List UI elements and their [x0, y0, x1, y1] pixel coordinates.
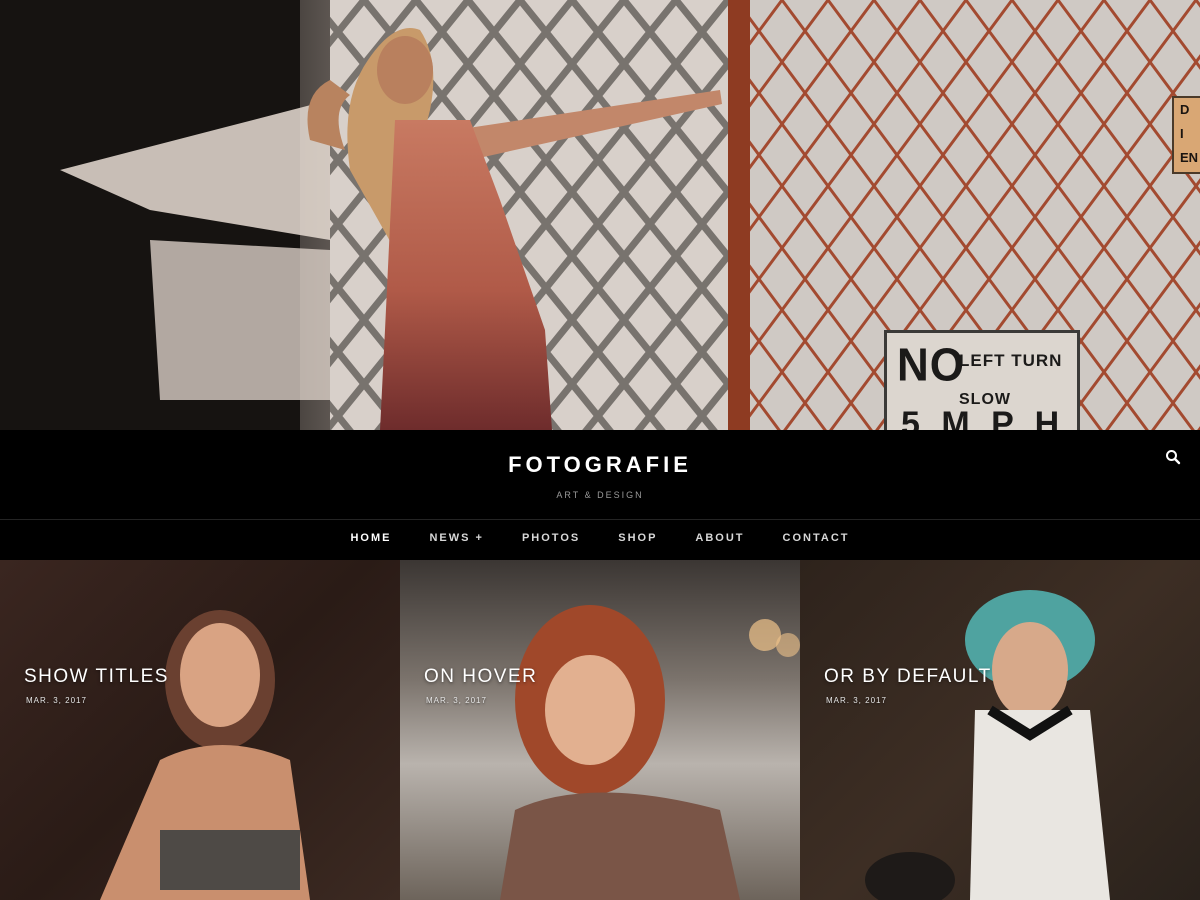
side-sign-line-2: I [1180, 126, 1184, 141]
search-icon[interactable] [1164, 448, 1182, 466]
side-sign-line-1: D [1180, 102, 1190, 117]
nav-item-contact[interactable]: CONTACT [783, 532, 850, 544]
post-title[interactable]: OR BY DEFAULT [824, 666, 992, 688]
sign-mph-text: 5 M P H [901, 405, 1066, 430]
post-title[interactable]: SHOW TITLES [24, 666, 169, 688]
post-date: MAR. 3, 2017 [26, 696, 87, 705]
sign-left-turn-text: LEFT TURN [959, 351, 1063, 370]
nav-item-photos[interactable]: PHOTOS [522, 532, 580, 544]
sign-no-text: NO [897, 339, 965, 392]
nav-item-about[interactable]: ABOUT [695, 532, 744, 544]
traffic-sign: NO LEFT TURN SLOW 5 M P H [884, 330, 1080, 430]
side-sign: D I EN [1172, 96, 1200, 174]
nav-item-news[interactable]: NEWS + [429, 532, 483, 544]
nav-item-home[interactable]: HOME [350, 532, 391, 544]
post-tile-1[interactable]: SHOW TITLES MAR. 3, 2017 [0, 560, 400, 900]
post-date: MAR. 3, 2017 [826, 696, 887, 705]
post-photo-3 [865, 590, 1110, 900]
nav-item-shop[interactable]: SHOP [618, 532, 657, 544]
header-divider [0, 519, 1200, 520]
post-photo-1 [100, 610, 310, 900]
post-tile-2[interactable]: ON HOVER MAR. 3, 2017 [400, 560, 800, 900]
site-tagline: ART & DESIGN [556, 490, 644, 500]
hero-image: NO LEFT TURN SLOW 5 M P H D I EN [0, 0, 1200, 430]
main-nav: HOME NEWS + PHOTOS SHOP ABOUT CONTACT [0, 532, 1200, 544]
post-photo-2 [500, 605, 800, 900]
site-title[interactable]: FOTOGRAFIE [0, 452, 1200, 478]
post-date: MAR. 3, 2017 [426, 696, 487, 705]
site-header: FOTOGRAFIE ART & DESIGN HOME NEWS + PHOT… [0, 430, 1200, 560]
post-title[interactable]: ON HOVER [424, 666, 537, 688]
post-tile-3[interactable]: OR BY DEFAULT MAR. 3, 2017 [800, 560, 1200, 900]
side-sign-line-3: EN [1180, 150, 1199, 165]
